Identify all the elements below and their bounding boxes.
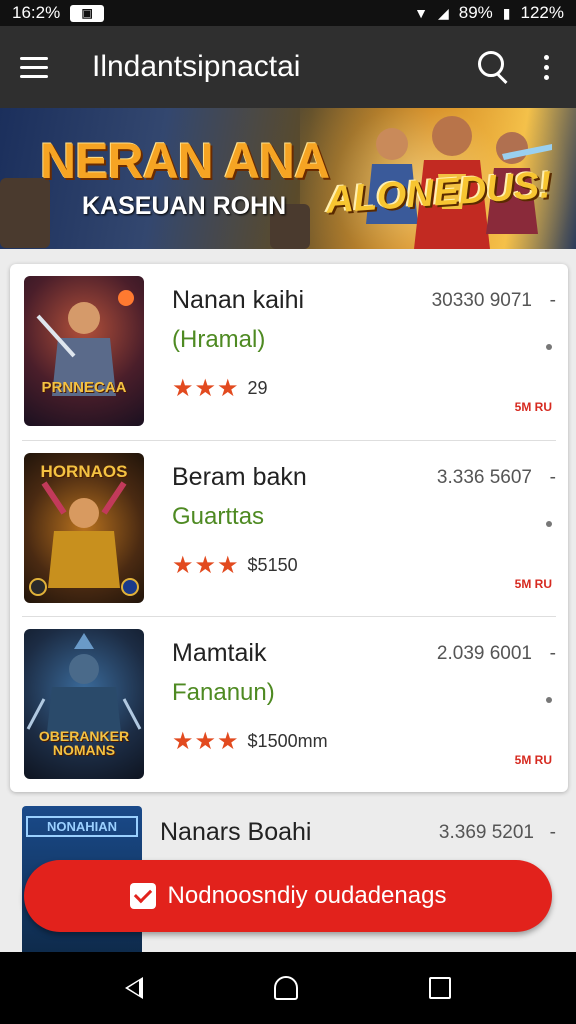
more-options-icon[interactable] — [536, 49, 556, 85]
status-time: 16:2% — [12, 3, 61, 22]
thumbnail-label: HORNAOS — [40, 462, 128, 481]
game-subtitle: Fananun) — [172, 679, 275, 706]
rating-text: $1500mm — [247, 731, 328, 751]
primary-action-button[interactable]: Nodnoosndiy oudadenags — [24, 860, 552, 932]
primary-action-label: Nodnoosndiy oudadenags — [167, 882, 447, 909]
game-subtitle: Guarttas — [172, 503, 265, 530]
status-right: ▼ ◢ 89% ▮ 122% — [414, 3, 564, 23]
notification-box-icon: ▣ — [70, 4, 105, 22]
row-dot-icon — [546, 521, 552, 527]
status-right-text: 122% — [520, 3, 564, 22]
game-name: Beram bakn — [172, 463, 307, 491]
search-icon[interactable] — [470, 45, 514, 89]
row-dash: - — [549, 467, 556, 488]
thumbnail-label: PRNNECAA — [41, 379, 127, 396]
status-bar: 16:2% ▣ ▼ ◢ 89% ▮ 122% — [0, 0, 576, 26]
row-dash: - — [549, 290, 556, 311]
row-dot-icon — [546, 697, 552, 703]
hamburger-menu-icon[interactable] — [20, 49, 56, 85]
banner-subtitle: KASEUAN ROHN — [82, 192, 287, 220]
game-thumbnail: OBERANKER NOMANS — [24, 629, 144, 779]
game-tag: 5M RU — [514, 400, 552, 414]
game-rating: ★★★ 29 — [172, 374, 268, 403]
thumbnail-label: OBERANKER NOMANS — [38, 728, 130, 758]
row-dash: - — [549, 822, 556, 843]
game-count: 3.336 5607 — [436, 467, 532, 488]
rating-text: 29 — [247, 378, 268, 398]
game-count: 2.039 6001 — [436, 643, 532, 664]
battery-icon: ▮ — [502, 4, 511, 21]
game-thumbnail: PRNNECAA — [24, 276, 144, 426]
warrior-art — [36, 290, 134, 396]
rating-text: $5150 — [247, 555, 298, 575]
thumbnail-label: NONAHIAN — [26, 816, 138, 837]
back-icon[interactable] — [125, 977, 144, 999]
system-nav-bar — [0, 952, 576, 1024]
star-rating-icon: ★★★ — [172, 728, 240, 755]
game-name: Nanan kaihi — [172, 286, 305, 314]
game-rating: ★★★ $5150 — [172, 551, 298, 580]
game-name: Mamtaik — [172, 639, 267, 667]
game-thumbnail: HORNAOS — [24, 453, 144, 603]
banner-title: NERAN ANA — [40, 133, 330, 189]
row-dot-icon — [546, 344, 552, 350]
row-dash: - — [549, 643, 556, 664]
list-item[interactable]: PRNNECAA Nanan kaihi (Hramal) ★★★ 29 303… — [22, 264, 556, 440]
wifi-icon: ▼ — [414, 5, 428, 21]
game-rating: ★★★ $1500mm — [172, 727, 328, 756]
game-name: Nanars Boahi — [160, 818, 312, 846]
game-tag: 5M RU — [514, 577, 552, 591]
game-list-card: PRNNECAA Nanan kaihi (Hramal) ★★★ 29 303… — [10, 264, 568, 792]
game-count: 30330 9071 — [431, 290, 532, 311]
star-rating-icon: ★★★ — [172, 375, 240, 402]
promo-banner[interactable]: NERAN ANA KASEUAN ROHN ALONEDUS! — [0, 108, 576, 249]
star-rating-icon: ★★★ — [172, 552, 240, 579]
game-tag: 5M RU — [514, 753, 552, 767]
status-left: 16:2% ▣ — [12, 3, 105, 23]
app-title: Ilndantsipnactai — [92, 50, 301, 83]
signal-icon: ◢ — [437, 4, 449, 21]
game-subtitle: (Hramal) — [172, 326, 266, 353]
game-count: 3.369 5201 — [438, 822, 534, 843]
list-item[interactable]: HORNAOS Beram bakn Guarttas ★★★ $5150 3.… — [22, 440, 556, 616]
status-battery-text: 89% — [458, 3, 493, 22]
home-icon[interactable] — [273, 976, 298, 1000]
list-item[interactable]: OBERANKER NOMANS Mamtaik Fananun) ★★★ $1… — [22, 616, 556, 792]
app-bar: Ilndantsipnactai — [0, 26, 576, 108]
recent-apps-icon[interactable] — [428, 977, 451, 999]
checkbox-icon — [129, 883, 156, 909]
